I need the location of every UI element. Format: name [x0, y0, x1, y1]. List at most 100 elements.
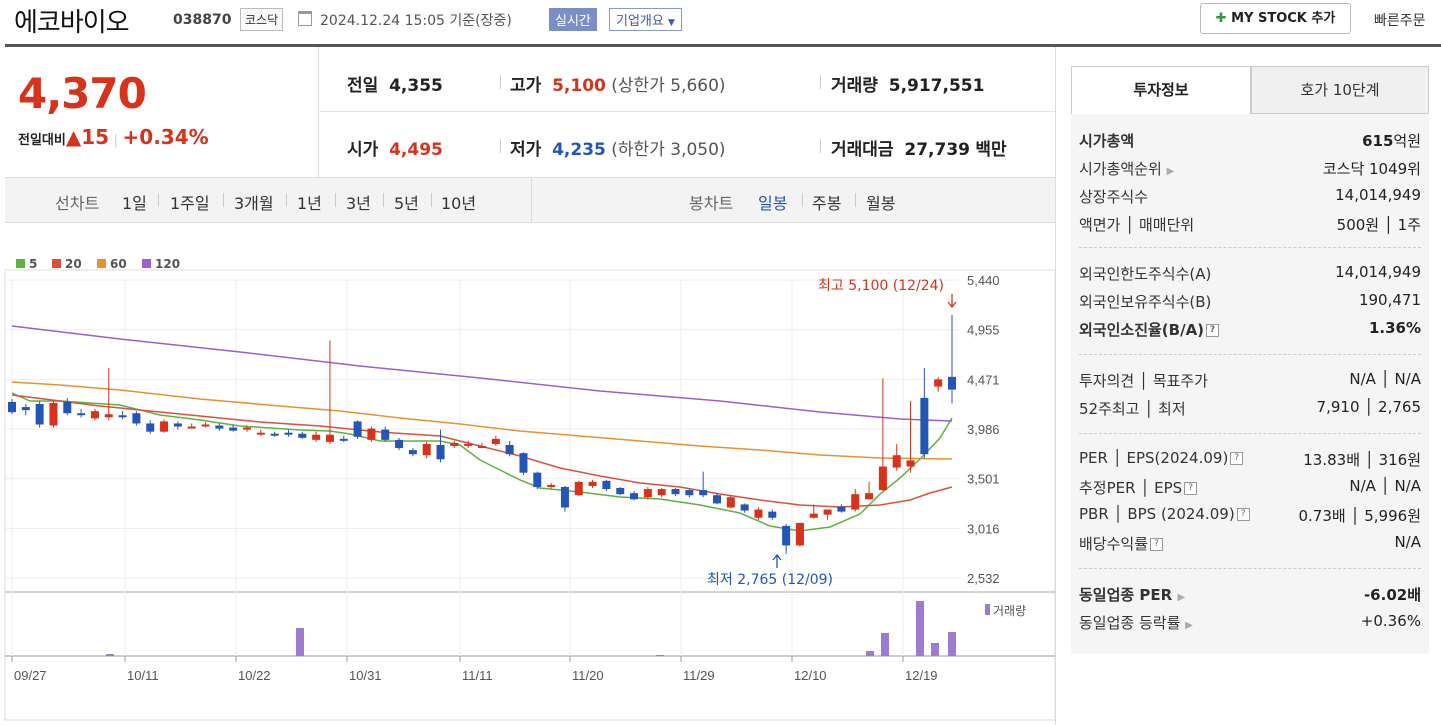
help-icon[interactable]: ? [1236, 508, 1250, 521]
low-annotation: 최저 2,765 (12/09) [707, 572, 833, 588]
divider [855, 193, 856, 207]
divider [820, 139, 821, 153]
help-icon[interactable]: ? [1230, 452, 1244, 465]
prev-value: 4,355 [389, 76, 443, 96]
candle-body [643, 489, 652, 498]
datetime: 2024.12.24 15:05 기준(장중) [320, 13, 512, 29]
prev-close: 전일 4,355 [347, 71, 443, 96]
realtime-button[interactable]: 실시간 [549, 8, 597, 31]
help-icon[interactable]: ? [1184, 482, 1198, 495]
candle-body [8, 401, 16, 413]
x-tick-label: 10/31 [349, 668, 382, 683]
period-10y[interactable]: 10년 [441, 190, 476, 214]
y-tick-label: 5,440 [967, 273, 1000, 288]
x-tick-label: 12/19 [905, 668, 938, 683]
candle-body [671, 489, 680, 495]
candle-daily[interactable]: 일봉 [758, 190, 787, 214]
volume-chart: 거래량 [106, 601, 1026, 656]
pbr-label: PBR │ BPS (2024.09) [1079, 505, 1235, 523]
sector-per-value: -6.02배 [1363, 586, 1421, 604]
candle-body [602, 480, 611, 490]
current-price: 4,370 [18, 69, 147, 118]
volume-bar [881, 633, 889, 656]
shares-row: 상장주식수 14,014,949 [1079, 186, 1421, 210]
candle-body [754, 509, 763, 518]
candle-body [160, 421, 169, 432]
tab-invest-info[interactable]: 투자정보 [1071, 66, 1251, 114]
candles [8, 314, 956, 555]
shares-value: 14,014,949 [1335, 186, 1421, 204]
candle-body [519, 453, 528, 473]
candle-body [353, 421, 362, 437]
quick-order-link[interactable]: 빠른주문 [1374, 10, 1426, 30]
company-info-dropdown[interactable]: 기업개요 ▼ [609, 8, 682, 31]
candle-body [782, 525, 791, 546]
volume-bar [106, 654, 114, 656]
candle-body [630, 493, 639, 500]
invest-info-table: 시가총액 615억원 시가총액순위 ▶ 코스닥 1049위 상장주식수 14,014,… [1071, 114, 1429, 654]
x-tick-label: 09/27 [14, 668, 47, 683]
candle-body [381, 429, 390, 440]
candle-body [547, 484, 556, 488]
candle-body [740, 504, 749, 511]
candle-body [505, 444, 514, 455]
market-cap-row: 시가총액 615억원 [1079, 130, 1421, 154]
divider [531, 178, 532, 222]
y-tick-label: 4,955 [967, 323, 1000, 338]
y-tick-label: 3,986 [967, 422, 1000, 437]
candle-body [256, 432, 265, 435]
stock-chart[interactable]: 5 20 60 120 5,440 4,955 4,471 3,986 3,501 3,016 2… [0, 240, 1055, 725]
high-price: 고가 5,100 (상한가 5,660) [510, 71, 726, 96]
candle-monthly[interactable]: 월봉 [866, 190, 895, 214]
prev-label: 전일 [347, 76, 379, 96]
candle-body [367, 428, 376, 440]
candle-body [146, 423, 155, 432]
period-3y[interactable]: 3년 [346, 190, 371, 214]
help-icon[interactable]: ? [1150, 538, 1164, 551]
tab-hoga[interactable]: 호가 10단계 [1251, 66, 1429, 114]
low-label: 저가 [510, 140, 542, 160]
foreign-hold-value: 190,471 [1358, 291, 1421, 309]
face-value: 500원 │ 1주 [1336, 216, 1421, 234]
candle-weekly[interactable]: 주봉 [812, 190, 841, 214]
period-1y[interactable]: 1년 [297, 190, 322, 214]
period-3m[interactable]: 3개월 [234, 190, 274, 214]
eper-row: 추정PER │ EPS? N/A │ N/A [1079, 477, 1421, 501]
foreign-limit-value: 14,014,949 [1335, 263, 1421, 281]
sector-per-label: 동일업종 PER [1079, 586, 1173, 604]
candle-body [837, 506, 846, 512]
candle-body [408, 450, 417, 455]
dividend-value: N/A [1394, 533, 1421, 551]
amount-value: 27,739 [904, 140, 970, 160]
rank-label: 시가총액순위 [1079, 160, 1162, 178]
diff-value: 15 [81, 125, 110, 149]
candle-body [616, 488, 625, 495]
market-cap-unit: 억원 [1393, 132, 1421, 150]
mystock-add-button[interactable]: ✚ MY STOCK 추가 [1200, 3, 1351, 34]
candle-body [934, 379, 943, 387]
line-chart-label: 선차트 [55, 194, 100, 213]
foreign-hold-row: 외국인보유주식수(B) 190,471 [1079, 291, 1421, 315]
pbr-value: 0.73배 │ 5,996원 [1298, 507, 1421, 525]
volume-bar [656, 655, 664, 656]
foreign-hold-label: 외국인보유주식수(B) [1079, 293, 1212, 311]
candle-body [948, 376, 956, 390]
dividend-label: 배당수익률 [1079, 535, 1149, 553]
period-1d[interactable]: 1일 [122, 190, 147, 214]
price-summary: 4,370 전일대비▲15 | +0.34% [5, 47, 319, 177]
help-icon[interactable]: ? [1206, 324, 1220, 337]
high-value: 5,100 [552, 76, 606, 96]
volume-bar [931, 643, 939, 656]
divider [1079, 568, 1421, 569]
legend-label: 120 [155, 257, 180, 271]
candle-body [90, 411, 99, 419]
diff-pct: +0.34% [122, 125, 209, 149]
ma5-line [11, 392, 953, 532]
period-5y[interactable]: 5년 [394, 190, 419, 214]
candle-body [395, 439, 404, 449]
period-1w[interactable]: 1주일 [170, 190, 210, 214]
w52-value: 7,910 │ 2,765 [1316, 398, 1421, 416]
ma120-line [11, 325, 953, 422]
volume-bar [948, 632, 956, 656]
candle-body [726, 497, 735, 508]
